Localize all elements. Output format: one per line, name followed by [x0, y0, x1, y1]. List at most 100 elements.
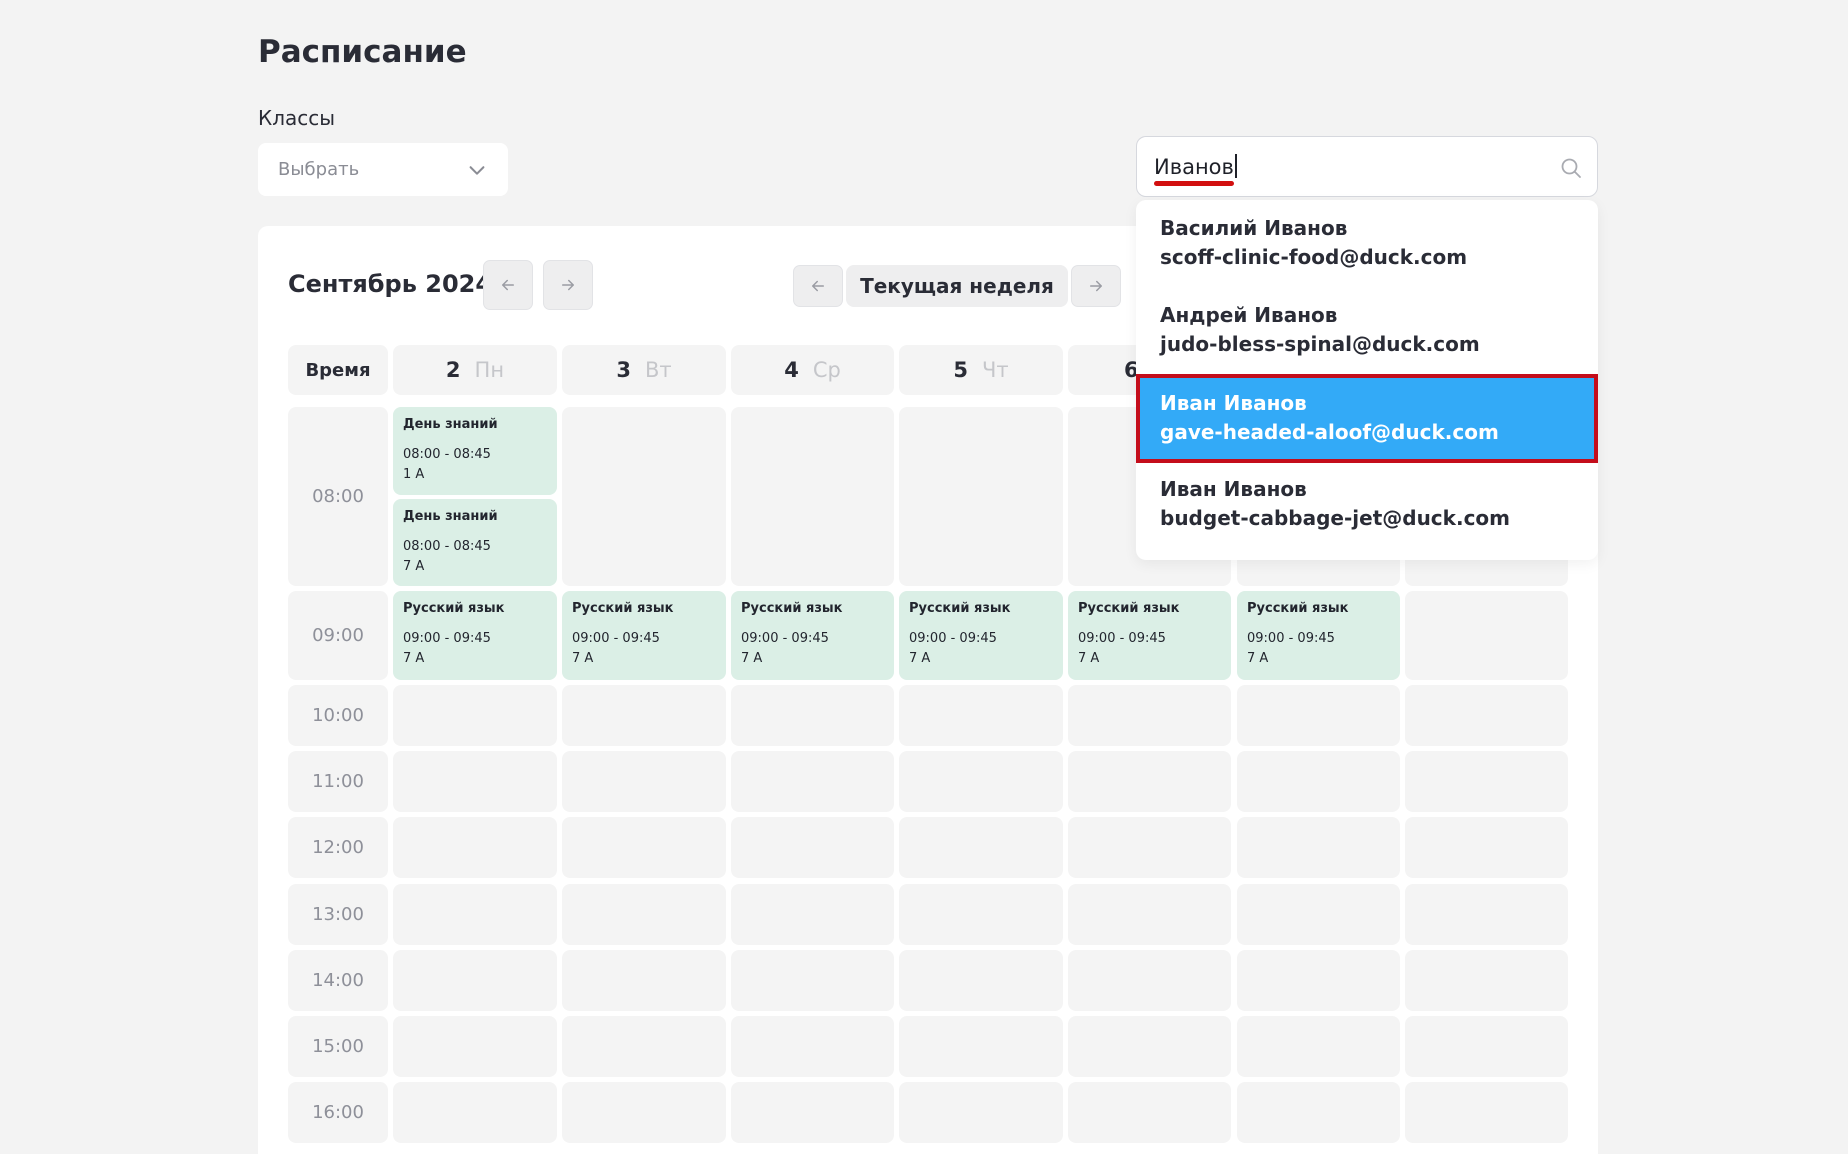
- search-input-value: Иванов: [1154, 154, 1237, 179]
- day-number: 5: [953, 358, 968, 382]
- lesson-card[interactable]: День знаний 08:00 - 08:45 1 А: [393, 407, 557, 495]
- search-result-item[interactable]: Василий Иванов scoff-clinic-food@duck.co…: [1136, 214, 1598, 284]
- slot-cell[interactable]: [899, 751, 1063, 812]
- time-label: 12:00: [288, 817, 388, 878]
- arrow-right-icon: [1090, 280, 1102, 292]
- chevron-down-icon: [469, 165, 485, 175]
- slot-cell[interactable]: [1405, 950, 1568, 1011]
- slot-cell[interactable]: [1237, 685, 1400, 746]
- search-result-item[interactable]: Иван Иванов budget-cabbage-jet@duck.com: [1136, 475, 1598, 545]
- result-email: scoff-clinic-food@duck.com: [1160, 245, 1468, 269]
- slot-cell[interactable]: [1068, 817, 1231, 878]
- slot-cell[interactable]: [1405, 685, 1568, 746]
- slot-cell[interactable]: [562, 407, 726, 586]
- slot-cell[interactable]: [1237, 1082, 1400, 1143]
- slot-cell[interactable]: [899, 685, 1063, 746]
- slot-cell[interactable]: [393, 817, 557, 878]
- slot-cell[interactable]: [1405, 751, 1568, 812]
- lesson-card[interactable]: Русский язык 09:00 - 09:45 7 А: [1237, 591, 1400, 680]
- day-header[interactable]: 4 Ср: [731, 345, 894, 395]
- slot-cell[interactable]: [731, 1082, 894, 1143]
- day-header[interactable]: 3 Вт: [562, 345, 726, 395]
- slot-cell[interactable]: [1068, 884, 1231, 945]
- time-label: 16:00: [288, 1082, 388, 1143]
- slot-cell[interactable]: [393, 1016, 557, 1077]
- slot-cell[interactable]: [731, 685, 894, 746]
- lesson-title: Русский язык: [741, 601, 843, 616]
- slot-cell[interactable]: [731, 884, 894, 945]
- slot-cell[interactable]: [562, 1016, 726, 1077]
- day-of-week: Чт: [981, 358, 1009, 382]
- slot-cell[interactable]: [393, 685, 557, 746]
- search-result-item[interactable]: Андрей Иванов judo-bless-spinal@duck.com: [1136, 301, 1598, 371]
- result-email: gave-headed-aloof@duck.com: [1160, 420, 1499, 444]
- slot-cell[interactable]: [562, 950, 726, 1011]
- slot-cell[interactable]: [562, 884, 726, 945]
- lesson-card[interactable]: Русский язык 09:00 - 09:45 7 А: [562, 591, 726, 680]
- slot-cell[interactable]: [731, 1016, 894, 1077]
- slot-cell[interactable]: [562, 751, 726, 812]
- slot-cell[interactable]: [899, 817, 1063, 878]
- lesson-time: 09:00 - 09:45: [572, 631, 660, 646]
- slot-cell[interactable]: [1068, 685, 1231, 746]
- day-number: 2: [445, 358, 461, 382]
- classes-label: Классы: [258, 106, 336, 130]
- slot-cell[interactable]: [1068, 1082, 1231, 1143]
- lesson-time: 08:00 - 08:45: [403, 447, 491, 462]
- slot-cell[interactable]: [731, 407, 894, 586]
- class-select[interactable]: Выбрать: [258, 143, 508, 196]
- slot-cell[interactable]: [899, 407, 1063, 586]
- slot-cell[interactable]: [1237, 1016, 1400, 1077]
- prev-month-button[interactable]: [483, 260, 533, 310]
- slot-cell[interactable]: [1237, 950, 1400, 1011]
- lesson-class: 7 А: [741, 651, 763, 666]
- slot-cell[interactable]: [393, 884, 557, 945]
- slot-cell[interactable]: [562, 685, 726, 746]
- slot-cell[interactable]: [899, 950, 1063, 1011]
- slot-cell[interactable]: [1405, 817, 1568, 878]
- next-month-button[interactable]: [543, 260, 593, 310]
- slot-cell[interactable]: [731, 817, 894, 878]
- time-label: 09:00: [288, 591, 388, 680]
- slot-cell[interactable]: [562, 817, 726, 878]
- slot-cell[interactable]: [393, 751, 557, 812]
- lesson-card[interactable]: Русский язык 09:00 - 09:45 7 А: [731, 591, 894, 680]
- arrow-left-icon: [502, 279, 514, 291]
- slot-cell[interactable]: [1405, 1016, 1568, 1077]
- lesson-card[interactable]: День знаний 08:00 - 08:45 7 А: [393, 499, 557, 586]
- slot-cell[interactable]: [1068, 751, 1231, 812]
- slot-cell[interactable]: [393, 1082, 557, 1143]
- prev-week-button[interactable]: [793, 265, 843, 307]
- slot-cell[interactable]: [562, 1082, 726, 1143]
- result-name: Иван Иванов: [1160, 477, 1307, 501]
- slot-cell[interactable]: [899, 884, 1063, 945]
- slot-cell[interactable]: [1237, 884, 1400, 945]
- slot-cell[interactable]: [1405, 1082, 1568, 1143]
- lesson-time: 09:00 - 09:45: [1078, 631, 1166, 646]
- next-week-button[interactable]: [1071, 265, 1121, 307]
- slot-cell[interactable]: [393, 950, 557, 1011]
- teacher-search-input[interactable]: Иванов: [1136, 136, 1598, 197]
- lesson-class: 1 А: [403, 467, 425, 482]
- slot-cell[interactable]: [731, 950, 894, 1011]
- slot-cell[interactable]: [1068, 1016, 1231, 1077]
- slot-cell[interactable]: [731, 751, 894, 812]
- slot-cell[interactable]: [1237, 817, 1400, 878]
- lesson-card[interactable]: Русский язык 09:00 - 09:45 7 А: [1068, 591, 1231, 680]
- lesson-card[interactable]: Русский язык 09:00 - 09:45 7 А: [393, 591, 557, 680]
- slot-cell[interactable]: [1237, 751, 1400, 812]
- lesson-title: День знаний: [403, 417, 498, 432]
- search-result-item-selected[interactable]: Иван Иванов gave-headed-aloof@duck.com: [1136, 374, 1598, 463]
- current-week-button[interactable]: Текущая неделя: [846, 265, 1068, 307]
- slot-cell[interactable]: [1405, 591, 1568, 680]
- slot-cell[interactable]: [1405, 884, 1568, 945]
- lesson-time: 08:00 - 08:45: [403, 539, 491, 554]
- lesson-card[interactable]: Русский язык 09:00 - 09:45 7 А: [899, 591, 1063, 680]
- search-icon: [1561, 158, 1581, 178]
- day-header[interactable]: 2 Пн: [393, 345, 557, 395]
- slot-cell[interactable]: [899, 1082, 1063, 1143]
- slot-cell[interactable]: [899, 1016, 1063, 1077]
- slot-cell[interactable]: [1068, 950, 1231, 1011]
- day-header[interactable]: 5 Чт: [899, 345, 1063, 395]
- lesson-class: 7 А: [572, 651, 594, 666]
